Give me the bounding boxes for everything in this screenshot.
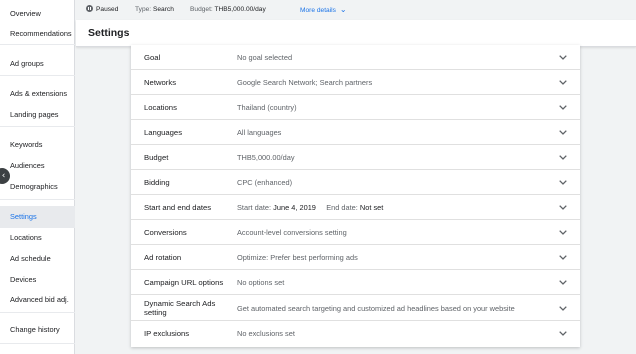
sidebar-item-change-history[interactable]: Change history bbox=[0, 319, 75, 341]
chevron-down-icon[interactable] bbox=[558, 295, 568, 321]
side-navigation: Overview Recommendations Ad groups Ads &… bbox=[0, 0, 75, 354]
campaign-budget: Budget: THB5,000.00/day bbox=[190, 0, 266, 20]
sidebar-divider bbox=[0, 312, 75, 313]
sidebar-divider bbox=[0, 44, 75, 45]
chevron-down-icon[interactable] bbox=[558, 245, 568, 270]
setting-row-ad-rotation[interactable]: Ad rotation Optimize: Prefer best perfor… bbox=[131, 245, 580, 270]
setting-row-budget[interactable]: Budget THB5,000.00/day bbox=[131, 145, 580, 170]
sidebar-divider bbox=[0, 126, 75, 127]
setting-row-dynamic-search-ads[interactable]: Dynamic Search Ads setting Get automated… bbox=[131, 295, 580, 321]
sidebar-item-recommendations[interactable]: Recommendations bbox=[0, 23, 75, 45]
sidebar-item-advanced-bid-adj[interactable]: Advanced bid adj. bbox=[0, 289, 75, 311]
chevron-down-icon[interactable] bbox=[558, 220, 568, 245]
setting-value: No options set bbox=[237, 278, 285, 287]
sidebar-divider bbox=[0, 199, 75, 200]
setting-label: Budget bbox=[144, 153, 169, 162]
setting-value: CPC (enhanced) bbox=[237, 178, 293, 187]
more-details-button[interactable]: More details ⌄ bbox=[300, 0, 347, 20]
setting-value: Account-level conversions setting bbox=[237, 228, 347, 237]
setting-row-start-end-dates[interactable]: Start and end dates Start date: June 4, … bbox=[131, 195, 580, 220]
chevron-down-icon[interactable] bbox=[558, 70, 568, 95]
more-details-label: More details bbox=[300, 7, 336, 14]
setting-value: All languages bbox=[237, 128, 282, 137]
setting-value: Get automated search targeting and custo… bbox=[237, 303, 515, 313]
sidebar-item-demographics[interactable]: Demographics bbox=[0, 176, 75, 198]
sidebar-item-keywords[interactable]: Keywords bbox=[0, 134, 75, 156]
chevron-down-icon[interactable] bbox=[558, 170, 568, 195]
setting-value: No exclusions set bbox=[237, 329, 295, 338]
setting-row-ip-exclusions[interactable]: IP exclusions No exclusions set bbox=[131, 321, 580, 346]
setting-label: Goal bbox=[144, 53, 161, 62]
start-date-value: June 4, 2019 bbox=[273, 203, 316, 212]
sidebar-item-ads-extensions[interactable]: Ads & extensions bbox=[0, 83, 75, 105]
campaign-type-value: Search bbox=[152, 6, 174, 13]
end-date-value: Not set bbox=[359, 203, 384, 212]
sidebar-item-devices[interactable]: Devices bbox=[0, 269, 75, 291]
setting-label: Networks bbox=[144, 78, 177, 87]
sidebar-item-locations[interactable]: Locations bbox=[0, 227, 75, 249]
setting-value: Start date: June 4, 2019 End date: Not s… bbox=[237, 195, 383, 220]
chevron-down-icon[interactable] bbox=[558, 145, 568, 170]
sidebar-item-audiences[interactable]: Audiences bbox=[0, 155, 75, 177]
setting-row-campaign-url-options[interactable]: Campaign URL options No options set bbox=[131, 270, 580, 295]
chevron-down-icon[interactable] bbox=[558, 321, 568, 346]
setting-label: Locations bbox=[144, 103, 177, 112]
campaign-budget-label: Budget: bbox=[190, 6, 213, 13]
chevron-down-icon[interactable] bbox=[558, 120, 568, 145]
chevron-down-icon[interactable] bbox=[558, 195, 568, 220]
setting-value: Optimize: Prefer best performing ads bbox=[237, 253, 358, 262]
sidebar-item-overview[interactable]: Overview bbox=[0, 3, 75, 25]
setting-row-conversions[interactable]: Conversions Account-level conversions se… bbox=[131, 220, 580, 245]
campaign-type: Type: Search bbox=[135, 0, 174, 20]
campaign-status: Paused bbox=[86, 0, 118, 20]
setting-label: Ad rotation bbox=[144, 253, 182, 262]
setting-label: Bidding bbox=[144, 178, 170, 187]
sidebar-item-ad-schedule[interactable]: Ad schedule bbox=[0, 248, 75, 270]
pause-icon bbox=[86, 5, 93, 12]
sidebar-item-landing-pages[interactable]: Landing pages bbox=[0, 104, 75, 126]
setting-value: Google Search Network; Search partners bbox=[237, 78, 373, 87]
setting-row-networks[interactable]: Networks Google Search Network; Search p… bbox=[131, 70, 580, 95]
setting-label: Campaign URL options bbox=[144, 278, 224, 287]
sidebar-divider bbox=[0, 75, 75, 76]
page-header: Settings bbox=[76, 20, 636, 47]
chevron-down-icon[interactable] bbox=[558, 270, 568, 295]
campaign-budget-value: THB5,000.00/day bbox=[214, 6, 266, 13]
campaign-type-label: Type: bbox=[135, 6, 152, 13]
campaign-settings-page: Overview Recommendations Ad groups Ads &… bbox=[0, 0, 636, 354]
campaign-status-bar: Paused Type: Search Budget: THB5,000.00/… bbox=[76, 0, 636, 20]
start-date-label: Start date: bbox=[237, 203, 272, 212]
chevron-down-icon[interactable] bbox=[558, 45, 568, 70]
setting-value: No goal selected bbox=[237, 53, 293, 62]
setting-label: Start and end dates bbox=[144, 203, 212, 212]
campaign-status-text: Paused bbox=[96, 6, 119, 13]
setting-label: Dynamic Search Ads setting bbox=[144, 299, 216, 317]
chevron-down-icon: ⌄ bbox=[339, 5, 347, 14]
setting-value: Thailand (country) bbox=[237, 103, 297, 112]
setting-label: IP exclusions bbox=[144, 329, 190, 338]
setting-label: Conversions bbox=[144, 228, 187, 237]
end-date-label: End date: bbox=[326, 203, 358, 212]
setting-value: THB5,000.00/day bbox=[237, 153, 295, 162]
sidebar-divider bbox=[0, 343, 75, 344]
setting-label: Languages bbox=[144, 128, 183, 137]
sidebar-item-ad-groups[interactable]: Ad groups bbox=[0, 53, 75, 75]
setting-row-bidding[interactable]: Bidding CPC (enhanced) bbox=[131, 170, 580, 195]
setting-row-goal[interactable]: Goal No goal selected bbox=[131, 45, 580, 70]
page-title: Settings bbox=[88, 27, 130, 39]
setting-row-locations[interactable]: Locations Thailand (country) bbox=[131, 95, 580, 120]
sidebar-item-settings[interactable]: Settings bbox=[0, 206, 75, 228]
chevron-down-icon[interactable] bbox=[558, 95, 568, 120]
setting-row-languages[interactable]: Languages All languages bbox=[131, 120, 580, 145]
settings-card: Goal No goal selected Networks Google Se… bbox=[131, 45, 580, 347]
